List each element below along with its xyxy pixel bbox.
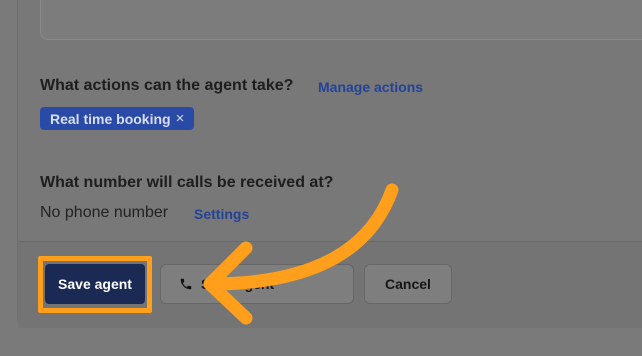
prompt-textarea[interactable] (40, 0, 642, 40)
save-agent-button[interactable]: Save agent (45, 264, 145, 304)
action-chip-label: Real time booking (50, 110, 171, 127)
phone-number-value: No phone number (40, 204, 169, 221)
test-call-label: S… t agent (201, 276, 275, 292)
remove-chip-icon[interactable]: × (176, 110, 185, 127)
test-call-button[interactable]: S… t agent (160, 264, 354, 304)
action-chip-real-time-booking[interactable]: Real time booking × (40, 107, 195, 130)
actions-question: What actions can the agent take? (40, 77, 294, 94)
manage-actions-link[interactable]: Manage actions (318, 79, 423, 95)
number-question: What number will calls be received at? (40, 174, 334, 191)
phone-settings-link[interactable]: Settings (194, 206, 249, 222)
phone-icon (180, 278, 192, 290)
cancel-button[interactable]: Cancel (364, 264, 452, 304)
